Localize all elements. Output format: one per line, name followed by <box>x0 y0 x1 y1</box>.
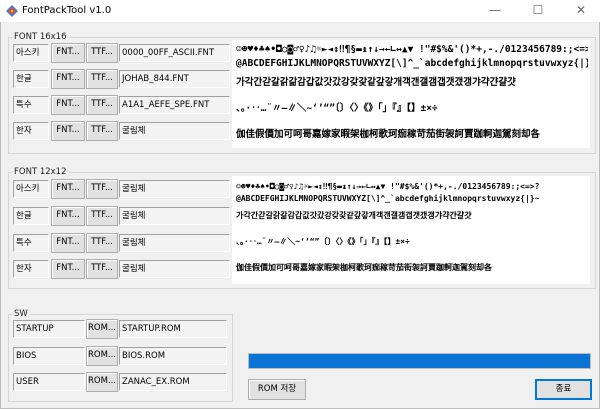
font16-ascii-file: 0000_00FF_ASCII.FNT <box>119 44 230 62</box>
font16-ascii-label: 아스키 <box>13 44 49 62</box>
sw-startup-file: STARTUP.ROM <box>119 320 227 338</box>
sw-user-file: ZANAC_EX.ROM <box>119 373 227 391</box>
font16-preview: ☺☻♥♦♣♠•◘○◙♂♀♪♫☼►◄↕‼¶§▬↨↑↓→←∟↔▲▼ !"#$%&'(… <box>232 40 590 148</box>
font12-hangul-file: 굴림체 <box>119 207 230 225</box>
font12-special-fnt-button[interactable]: FNT... <box>51 233 85 253</box>
font16-hangul-ttf-button[interactable]: TTF... <box>86 69 118 89</box>
window-title: FontPackTool v1.0 <box>22 5 112 16</box>
font16-group-label: FONT 16x16 <box>12 32 69 42</box>
font12-group-label: FONT 12x12 <box>12 167 69 177</box>
font16-hangul-fnt-button[interactable]: FNT... <box>51 69 85 89</box>
font16-hanja-file: 굴림체 <box>119 122 230 140</box>
sw-user-label: USER <box>13 373 85 391</box>
font16-preview-hangul: 가각간갇갈갉갊감갑값갓갔강갖갗같갚갛개객갠갤갬갭갯갰갱갸갹갼걀걋 <box>236 77 516 88</box>
font12-hanja-label: 한자 <box>13 260 49 278</box>
sw-startup-label: STARTUP <box>13 320 85 338</box>
font12-ascii-fnt-button[interactable]: FNT... <box>51 179 85 199</box>
sw-user-rom-button[interactable]: ROM... <box>86 372 118 392</box>
font12-special-ttf-button[interactable]: TTF... <box>86 233 118 253</box>
sw-startup-rom-button[interactable]: ROM... <box>86 319 118 339</box>
font12-preview: ☺☻♥♦♣♠•◘○◙♂♀♪♫☼►◄↕‼¶§▬↨↑↓→←∟↔▲▼ !"#$%&'(… <box>232 176 590 284</box>
font12-special-label: 특수 <box>13 234 49 252</box>
font12-special-file: 굴림체 <box>119 234 230 252</box>
sw-group-label: SW <box>12 309 30 319</box>
font16-preview-hanja: 伽佳假價加可呵哥嘉嫁家暇架枷柯歌珂痂稼苛茄街袈訶賈跏軻迦駕刻却各 <box>236 129 541 140</box>
font12-hanja-fnt-button[interactable]: FNT... <box>51 259 85 279</box>
sw-bios-rom-button[interactable]: ROM... <box>86 346 118 366</box>
font12-hangul-ttf-button[interactable]: TTF... <box>86 206 118 226</box>
font16-special-fnt-button[interactable]: FNT... <box>51 95 85 115</box>
minimize-button[interactable]: — <box>480 0 510 22</box>
app-icon <box>6 5 18 17</box>
font12-hanja-file: 굴림체 <box>119 260 230 278</box>
maximize-button[interactable]: ☐ <box>523 0 553 22</box>
font16-special-ttf-button[interactable]: TTF... <box>86 95 118 115</box>
font16-ascii-ttf-button[interactable]: TTF... <box>86 43 118 63</box>
sw-bios-file: BIOS.ROM <box>119 347 227 365</box>
font16-hangul-file: JOHAB_844.FNT <box>119 70 230 88</box>
font16-special-file: A1A1_AEFE_SPE.FNT <box>119 96 230 114</box>
progress-bar <box>248 353 591 369</box>
progress-bar-fill <box>249 354 590 368</box>
font12-hanja-ttf-button[interactable]: TTF... <box>86 259 118 279</box>
font12-preview-ascii-1: ☺☻♥♦♣♠•◘○◙♂♀♪♫☼►◄↕‼¶§▬↨↑↓→←∟↔▲▼ !"#$%&'(… <box>236 182 540 191</box>
font16-preview-special: 、。·‥…¨〃­―∥＼∼‘’“”〔〕〈〉《》「」『』【】±×÷ <box>236 103 438 114</box>
font16-hangul-label: 한글 <box>13 70 49 88</box>
font12-preview-ascii-2: @ABCDEFGHIJKLMNOPQRSTUVWXYZ[\]^_`abcdefg… <box>236 194 540 203</box>
font12-ascii-label: 아스키 <box>13 180 49 198</box>
sw-bios-label: BIOS <box>13 347 85 365</box>
save-rom-button[interactable]: ROM 저장 <box>248 379 306 400</box>
font12-hangul-fnt-button[interactable]: FNT... <box>51 206 85 226</box>
font12-ascii-ttf-button[interactable]: TTF... <box>86 179 118 199</box>
font16-hanja-fnt-button[interactable]: FNT... <box>51 121 85 141</box>
font12-ascii-file: 굴림체 <box>119 180 230 198</box>
title-bar: FontPackTool v1.0 — ☐ ✕ <box>0 0 600 22</box>
close-window-button[interactable]: ✕ <box>566 0 596 22</box>
font16-ascii-fnt-button[interactable]: FNT... <box>51 43 85 63</box>
font12-hangul-label: 한글 <box>13 207 49 225</box>
font16-preview-ascii-2: @ABCDEFGHIJKLMNOPQRSTUVWXYZ[\]^_`abcdefg… <box>236 58 588 69</box>
font16-special-label: 특수 <box>13 96 49 114</box>
font12-preview-hanja: 伽佳假價加可呵哥嘉嫁家暇架枷柯歌珂痂稼苛茄街袈訶賈跏軻迦駕刻却各 <box>236 263 492 272</box>
font16-hanja-ttf-button[interactable]: TTF... <box>86 121 118 141</box>
font12-preview-hangul: 가각간갇갈갉갊감갑값갓갔강갖갗같갚갛개객갠갤갬갭갯갰갱갸갹갼걀걋 <box>236 211 472 220</box>
font12-preview-special: 、。·‥…¨〃­―∥＼∼‘’“”〔〕〈〉《》「」『』【】±×÷ <box>236 237 410 246</box>
font16-preview-ascii-1: ☺☻♥♦♣♠•◘○◙♂♀♪♫☼►◄↕‼¶§▬↨↑↓→←∟↔▲▼ !"#$%&'(… <box>236 44 588 55</box>
font16-hanja-label: 한자 <box>13 122 49 140</box>
exit-button[interactable]: 종료 <box>535 379 592 400</box>
